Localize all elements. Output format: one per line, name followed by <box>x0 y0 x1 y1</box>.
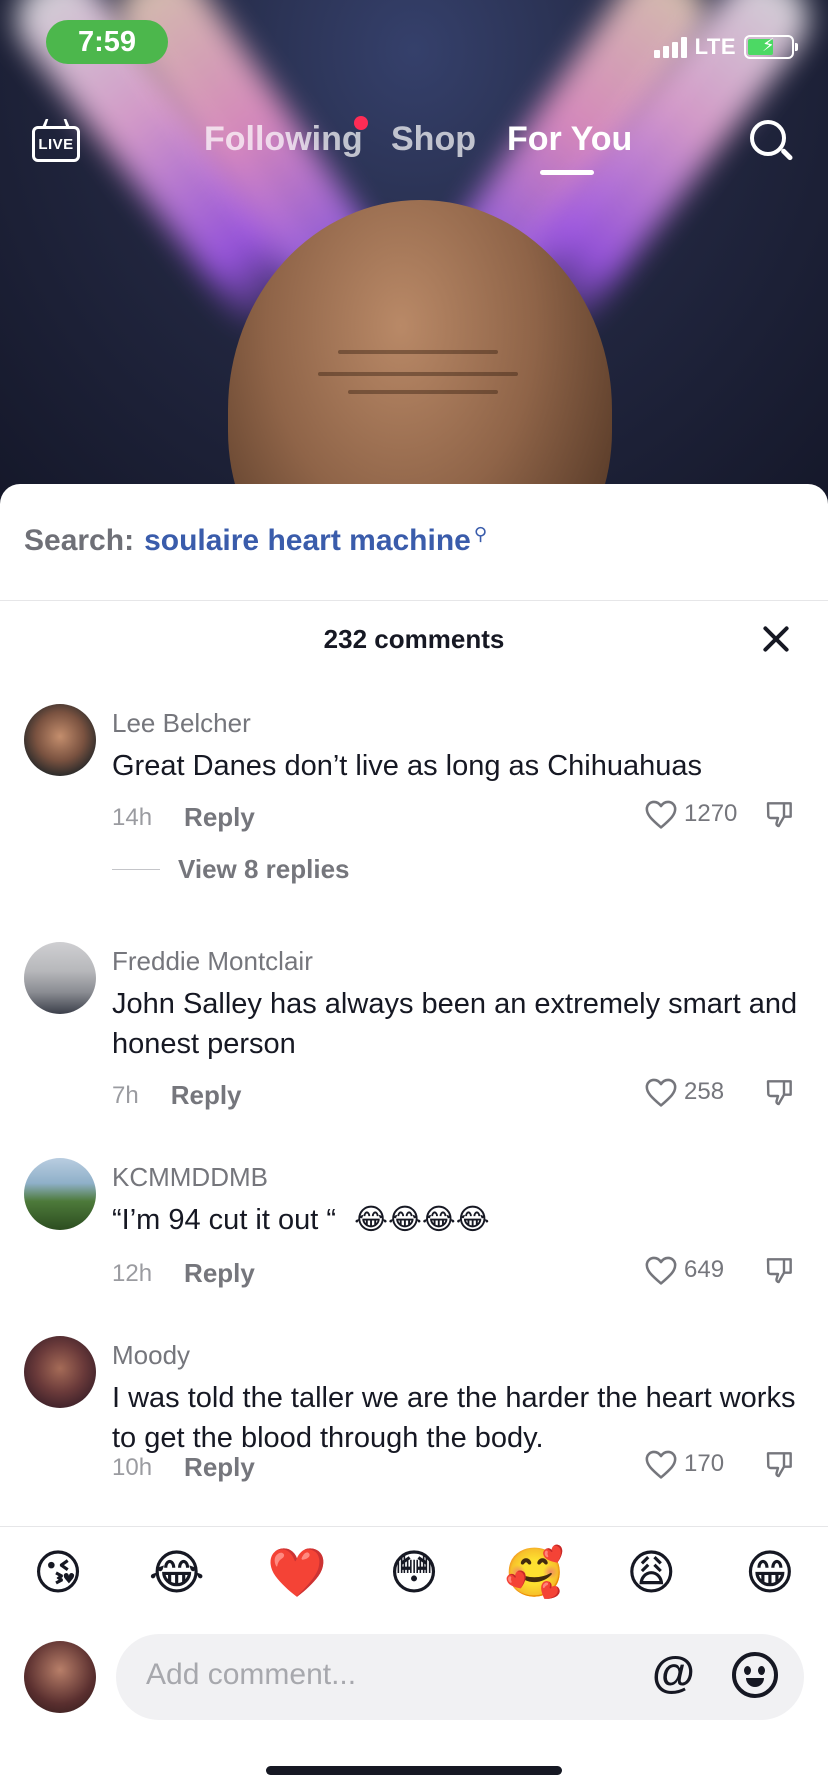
status-time: 7:59 <box>46 20 168 64</box>
emoji-grin-button[interactable]: 😁 <box>742 1546 798 1602</box>
active-tab-indicator <box>540 170 594 175</box>
heart-icon <box>645 1256 677 1285</box>
network-type: LTE <box>694 34 736 59</box>
comment-emoji: 😂😂😂😂 <box>354 1204 490 1236</box>
close-icon[interactable] <box>760 624 792 656</box>
signal-icon <box>653 36 687 58</box>
view-replies-label: View 8 replies <box>178 854 350 884</box>
comment-meta: 7h Reply <box>112 1080 242 1111</box>
tab-for-you[interactable]: For You <box>507 120 632 159</box>
comment-meta: 12h Reply <box>112 1258 255 1289</box>
tab-following[interactable]: Following <box>204 120 363 159</box>
search-label: Search: <box>24 524 135 557</box>
avatar[interactable] <box>24 704 96 776</box>
heart-icon <box>645 1078 677 1107</box>
notification-dot <box>354 116 368 130</box>
avatar[interactable] <box>24 1336 96 1408</box>
divider <box>0 1526 828 1527</box>
comment-text: I was told the taller we are the harder … <box>112 1382 796 1454</box>
comments-sheet: Search: soulaire heart machine ⚲ 232 com… <box>0 484 828 1792</box>
dislike-icon[interactable] <box>764 1076 796 1108</box>
like-count: 1270 <box>684 800 738 827</box>
avatar[interactable] <box>24 942 96 1014</box>
avatar[interactable] <box>24 1158 96 1230</box>
emoji-weary-button[interactable]: 😩 <box>623 1546 679 1602</box>
comment-input-placeholder: Add comment... <box>146 1658 357 1691</box>
reply-button[interactable]: Reply <box>184 1452 255 1483</box>
like-count: 258 <box>684 1078 725 1105</box>
comment-count: 232 comments <box>323 624 505 654</box>
comment-meta: 10h Reply <box>112 1452 255 1483</box>
search-suggestion[interactable]: Search: soulaire heart machine ⚲ <box>24 524 487 558</box>
live-label: LIVE <box>32 126 80 162</box>
reply-button[interactable]: Reply <box>184 1258 255 1289</box>
like-button[interactable]: 258 <box>644 1076 724 1108</box>
divider <box>112 868 160 871</box>
divider <box>0 600 828 601</box>
comment-username[interactable]: Moody <box>112 1340 190 1371</box>
comment-text: Great Danes don’t live as long as Chihua… <box>112 750 703 782</box>
comment-input-row: Add comment... @ <box>0 1634 828 1720</box>
like-button[interactable]: 170 <box>644 1448 724 1480</box>
live-button[interactable]: LIVE <box>32 118 80 162</box>
tab-shop[interactable]: Shop <box>391 120 476 159</box>
comment-username[interactable]: KCMMDDMB <box>112 1162 268 1193</box>
comment-age: 12h <box>112 1259 153 1287</box>
comment-age: 7h <box>112 1081 139 1109</box>
comment-meta: 14h Reply <box>112 802 255 833</box>
heart-icon <box>645 1450 677 1479</box>
comment-text: John Salley has always been an extremely… <box>112 988 798 1060</box>
dislike-icon[interactable] <box>764 1254 796 1286</box>
quick-emoji-bar: 😘 😂 ❤️ 😳 🥰 😩 😁 <box>0 1546 828 1602</box>
emoji-love-button[interactable]: 🥰 <box>505 1546 565 1602</box>
status-indicators: LTE ⚡ <box>653 34 798 60</box>
like-button[interactable]: 1270 <box>644 798 737 830</box>
like-button[interactable]: 649 <box>644 1254 724 1286</box>
comment-username[interactable]: Lee Belcher <box>112 708 251 739</box>
search-icon: ⚲ <box>473 524 488 544</box>
reply-button[interactable]: Reply <box>171 1080 242 1111</box>
comment-input[interactable]: Add comment... @ <box>116 1634 804 1720</box>
emoji-heart-button[interactable]: ❤️ <box>267 1546 327 1602</box>
like-count: 649 <box>684 1256 725 1283</box>
my-avatar <box>24 1641 96 1713</box>
emoji-picker-icon[interactable] <box>732 1652 778 1698</box>
comment-username[interactable]: Freddie Montclair <box>112 946 313 977</box>
mention-button[interactable]: @ <box>652 1648 695 1698</box>
dislike-icon[interactable] <box>764 798 796 830</box>
emoji-flushed-button[interactable]: 😳 <box>386 1546 442 1602</box>
home-indicator <box>266 1766 562 1775</box>
video-player[interactable] <box>0 0 828 500</box>
comment-age: 10h <box>112 1453 153 1481</box>
view-replies-button[interactable]: View 8 replies <box>112 854 350 885</box>
search-term-link[interactable]: soulaire heart machine <box>144 524 471 558</box>
battery-icon: ⚡ <box>744 35 798 59</box>
dislike-icon[interactable] <box>764 1448 796 1480</box>
comment-text: “I’m 94 cut it out “ 😂😂😂😂 <box>112 1200 802 1240</box>
like-count: 170 <box>684 1450 725 1477</box>
comment-text-body: “I’m 94 cut it out “ <box>112 1204 337 1236</box>
search-icon[interactable] <box>748 118 794 166</box>
emoji-laugh-button[interactable]: 😂 <box>149 1546 205 1602</box>
reply-button[interactable]: Reply <box>184 802 255 833</box>
comment-age: 14h <box>112 803 153 831</box>
heart-icon <box>645 800 677 829</box>
emoji-kiss-button[interactable]: 😘 <box>30 1546 86 1602</box>
